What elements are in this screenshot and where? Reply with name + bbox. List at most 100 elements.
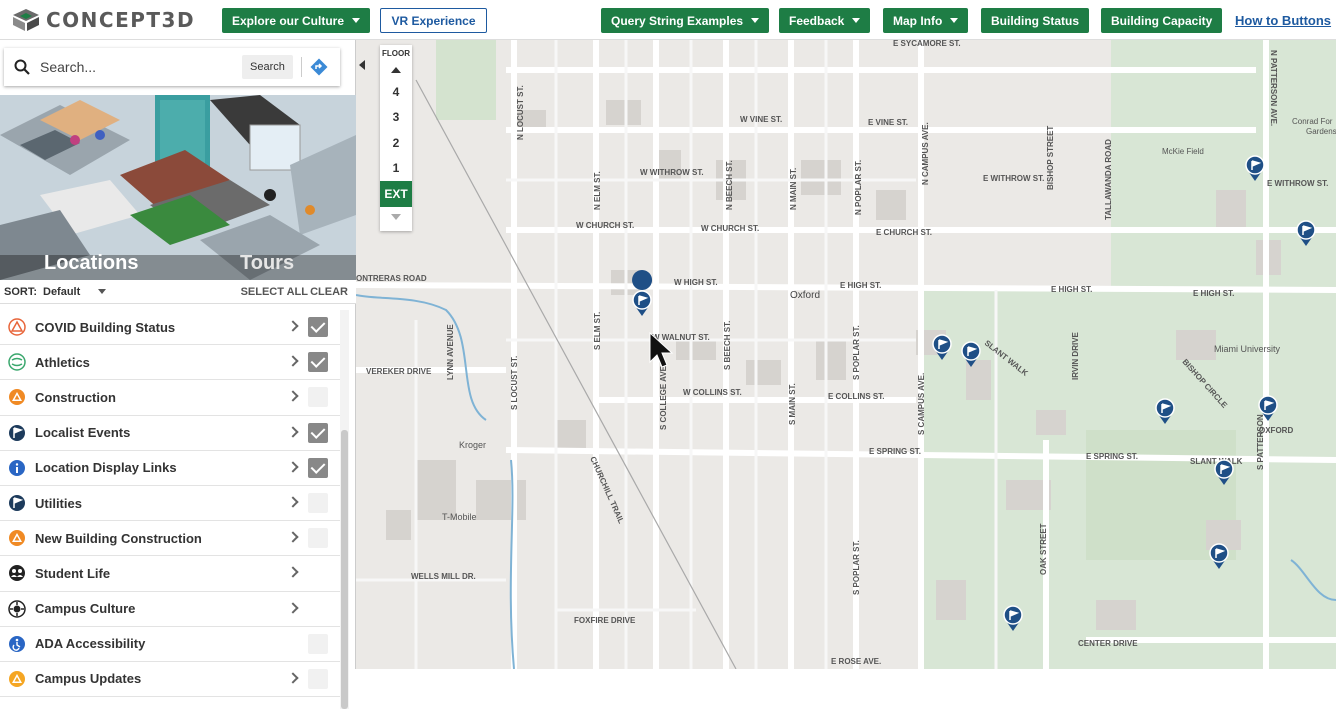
floor-ext-button[interactable]: EXT (380, 181, 412, 207)
building-capacity-button[interactable]: Building Capacity (1101, 8, 1223, 33)
map-label-w-vine: W VINE ST. (740, 115, 782, 124)
flag-icon (8, 424, 26, 442)
select-all-button[interactable]: SELECT ALL (241, 286, 308, 298)
map-label-e-high-2: E HIGH ST. (1051, 285, 1092, 294)
category-label: Campus Updates (35, 671, 142, 687)
category-checkbox[interactable] (308, 633, 328, 654)
category-checkbox[interactable] (308, 317, 328, 337)
category-row[interactable]: Campus Culture (0, 591, 340, 627)
chevron-right-icon[interactable] (287, 672, 299, 684)
chevron-right-icon[interactable] (287, 601, 299, 614)
map-label-s-patterson: S PATTERSON (1256, 414, 1265, 470)
map-label-sycamore: E SYCAMORE ST. (893, 40, 961, 48)
map-label-irvin-drive: IRVIN DRIVE (1071, 331, 1080, 380)
divider (300, 57, 302, 77)
feedback-label: Feedback (789, 13, 845, 28)
floor-3-button[interactable]: 3 (380, 105, 412, 131)
map-label-e-rose: E ROSE AVE. (831, 657, 881, 666)
map-label-w-high: W HIGH ST. (674, 278, 718, 287)
category-row[interactable]: New Building Construction (0, 521, 340, 557)
chevron-down-icon (98, 289, 107, 294)
category-row[interactable]: Student Life (0, 556, 340, 592)
category-row[interactable]: Campus Updates (0, 661, 340, 698)
clear-button[interactable]: CLEAR (310, 286, 348, 298)
category-checkbox[interactable] (308, 422, 328, 443)
tab-locations[interactable]: Locations (44, 252, 138, 275)
category-checkbox[interactable] (308, 352, 328, 373)
floor-2-button[interactable]: 2 (380, 130, 412, 156)
tab-tours[interactable]: Tours (240, 252, 294, 275)
cube-logo-icon (13, 9, 39, 31)
construction-icon (8, 529, 26, 547)
chevron-down-icon (352, 18, 361, 23)
scrollbar-thumb[interactable] (341, 430, 348, 709)
search-button[interactable]: Search (242, 55, 293, 79)
building-status-button[interactable]: Building Status (981, 8, 1089, 33)
map-label-s-elm: S ELM ST. (593, 312, 602, 350)
category-row[interactable]: Location Display Links (0, 450, 340, 486)
map-label-s-campus: S CAMPUS AVE. (917, 373, 926, 435)
concept3d-logo[interactable]: CONCEPT3D (12, 8, 195, 32)
map-label-wells-mill: WELLS MILL DR. (411, 572, 476, 581)
chevron-right-icon[interactable] (287, 320, 299, 332)
map-info-button[interactable]: Map Info (883, 8, 969, 33)
category-row[interactable]: Localist Events (0, 415, 340, 451)
category-label: Utilities (35, 495, 82, 511)
explore-culture-label: Explore our Culture (232, 13, 345, 28)
collapse-panel-icon[interactable] (356, 58, 370, 72)
feedback-button[interactable]: Feedback (779, 8, 871, 33)
floor-4-button[interactable]: 4 (380, 79, 412, 105)
query-string-button[interactable]: Query String Examples (601, 8, 770, 33)
construction-icon (8, 388, 26, 406)
category-label: Student Life (35, 565, 111, 581)
floor-down-button[interactable] (380, 207, 412, 227)
map-label-w-church-2: W CHURCH ST. (701, 224, 759, 233)
category-checkbox[interactable] (308, 387, 328, 408)
map-label-n-main: N MAIN ST. (789, 168, 798, 210)
category-row[interactable]: COVID Building Status (0, 310, 340, 346)
category-row[interactable]: Construction (0, 380, 340, 416)
category-row[interactable]: Utilities (0, 485, 340, 522)
map-label-s-college: S COLLEGE AVE. (659, 364, 668, 430)
category-checkbox[interactable] (308, 492, 328, 513)
map-label-n-campus: N CAMPUS AVE. (921, 122, 930, 185)
floor-up-button[interactable] (380, 61, 412, 79)
category-label: COVID Building Status (35, 319, 176, 335)
scrollbar[interactable] (340, 310, 349, 709)
vr-experience-button[interactable]: VR Experience (380, 8, 487, 33)
chevron-right-icon[interactable] (287, 566, 299, 578)
explore-culture-button[interactable]: Explore our Culture (222, 8, 371, 33)
map-label-tallawanda: TALLAWANDA ROAD (1104, 139, 1113, 220)
category-list: COVID Building Status Athletics Constructi… (0, 310, 340, 698)
map-canvas[interactable]: E SYCAMORE ST. W VINE ST. E VINE ST. W W… (356, 40, 1336, 669)
chevron-right-icon[interactable] (287, 355, 299, 367)
chevron-right-icon[interactable] (287, 531, 299, 543)
map-label-vereker-drive: VEREKER DRIVE (366, 367, 432, 376)
chevron-right-icon[interactable] (287, 461, 299, 473)
category-checkbox[interactable] (308, 457, 328, 478)
map-label-e-withrow-2: E WITHROW ST. (1267, 179, 1328, 188)
query-string-label: Query String Examples (611, 13, 744, 28)
category-checkbox[interactable] (308, 668, 328, 689)
map-label-foxfire: FOXFIRE DRIVE (574, 616, 636, 625)
hero-image: Locations Tours (0, 95, 356, 280)
map-label-lynn-avenue: LYNN AVENUE (446, 324, 455, 380)
category-label: ADA Accessibility (35, 636, 146, 652)
search-input[interactable] (40, 59, 240, 75)
map-label-e-spring: E SPRING ST. (869, 447, 921, 456)
floor-1-button[interactable]: 1 (380, 156, 412, 182)
category-checkbox[interactable] (308, 528, 328, 549)
category-row[interactable]: ADA Accessibility (0, 626, 340, 662)
directions-icon[interactable] (310, 58, 328, 76)
category-row[interactable]: Athletics (0, 345, 340, 381)
chevron-right-icon[interactable] (287, 496, 299, 508)
how-to-buttons-link[interactable]: How to Buttons (1235, 13, 1331, 28)
chevron-right-icon[interactable] (287, 425, 299, 438)
search-bar: Search (4, 48, 340, 86)
map-info-label: Map Info (893, 13, 943, 28)
chevron-down-icon (751, 18, 760, 23)
chevron-right-icon[interactable] (287, 390, 299, 403)
sort-select[interactable]: Default (43, 286, 80, 298)
map-label-s-poplar: S POPLAR ST. (852, 325, 861, 380)
sort-label: SORT: (4, 285, 37, 298)
